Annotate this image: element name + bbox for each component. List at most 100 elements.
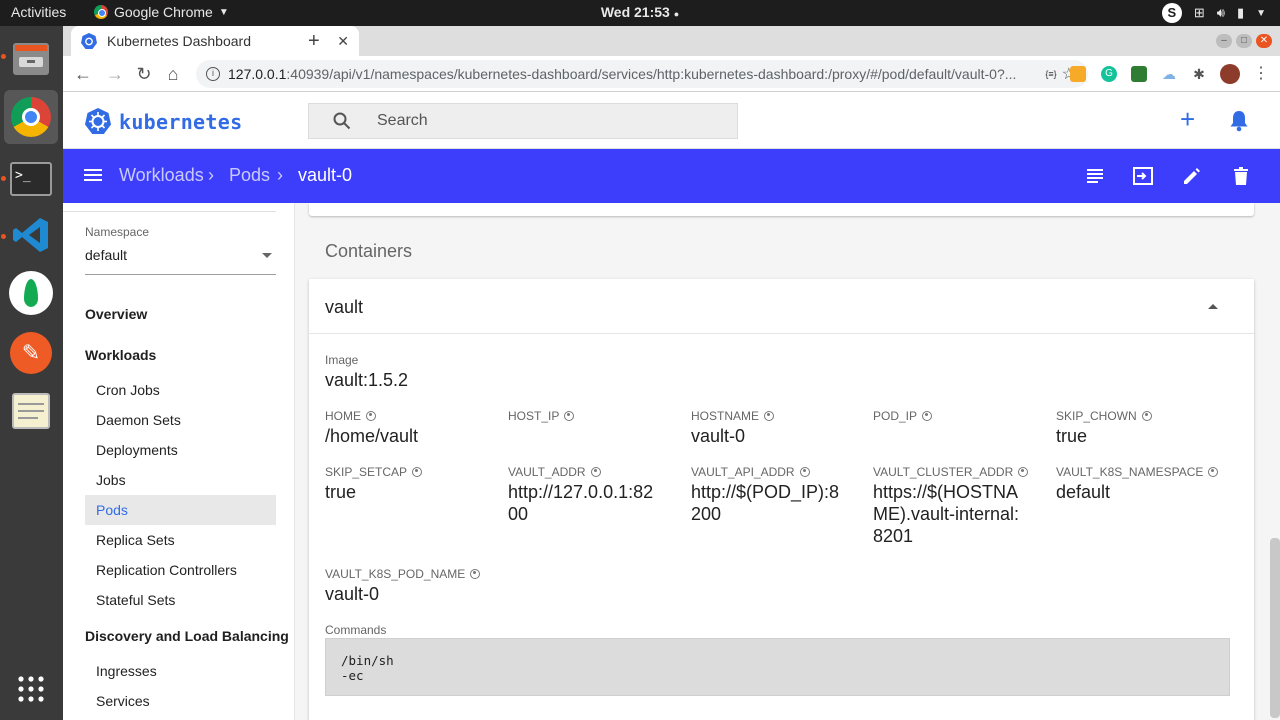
profile-avatar[interactable]: [1220, 64, 1240, 84]
env-name: VAULT_K8S_NAMESPACE: [1056, 465, 1219, 479]
site-info-icon[interactable]: i: [206, 67, 220, 81]
env-name: HOST_IP: [508, 409, 575, 423]
info-icon[interactable]: [1018, 467, 1029, 477]
create-resource-button[interactable]: +: [1180, 106, 1195, 132]
sidebar-item-replica-sets[interactable]: Replica Sets: [85, 525, 276, 555]
json-formatter-extension-icon[interactable]: {≡}: [1043, 66, 1059, 82]
info-icon[interactable]: [1141, 411, 1152, 421]
breadcrumb-workloads[interactable]: Workloads: [119, 165, 204, 186]
section-title: Containers: [325, 241, 413, 261]
chrome-menu-icon[interactable]: ⋮: [1253, 66, 1269, 82]
battery-icon[interactable]: ▮: [1237, 5, 1244, 21]
namespace-select[interactable]: default: [85, 247, 276, 275]
address-bar[interactable]: i 127.0.0.1:40939/api/v1/namespaces/kube…: [196, 60, 1088, 88]
chevron-right-icon: ›: [208, 165, 214, 185]
system-tray[interactable]: S ⊞ 🔊︎ ▮ ▼: [1161, 3, 1266, 23]
info-icon[interactable]: [590, 467, 601, 477]
delete-trash-icon[interactable]: [1230, 165, 1252, 187]
chevron-down-icon[interactable]: ▼: [1256, 8, 1266, 19]
sidebar-item-ingresses[interactable]: Ingresses: [85, 656, 276, 686]
sidebar-item-deployments[interactable]: Deployments: [85, 435, 276, 465]
sidebar-item-services[interactable]: Services: [85, 686, 276, 716]
edit-pencil-icon[interactable]: [1181, 165, 1203, 187]
close-tab-icon[interactable]: ✕: [337, 33, 349, 50]
commands-box: /bin/sh -ec: [325, 638, 1230, 696]
tab-strip: Kubernetes Dashboard ✕ + – □ ✕: [63, 26, 1280, 56]
network-icon[interactable]: ⊞: [1194, 5, 1205, 21]
info-icon[interactable]: [764, 411, 775, 421]
kubernetes-logo-icon[interactable]: [85, 108, 111, 134]
container-card-header[interactable]: vault: [309, 279, 1254, 334]
info-icon[interactable]: [412, 467, 423, 477]
info-icon[interactable]: [366, 411, 376, 421]
extension-icon[interactable]: [1070, 66, 1086, 82]
cloud-icon[interactable]: ☁: [1161, 66, 1177, 82]
app-grid-icon: [18, 676, 44, 702]
notepad-icon: [12, 393, 50, 429]
sidebar-item-stateful-sets[interactable]: Stateful Sets: [85, 585, 276, 615]
env-name: VAULT_K8S_POD_NAME: [325, 567, 481, 581]
file-cabinet-icon: [13, 43, 49, 75]
namespace-value: default: [85, 247, 128, 263]
env-name: HOME: [325, 409, 376, 423]
notifications-bell-icon[interactable]: [1229, 110, 1249, 132]
commands-label: Commands: [325, 623, 387, 637]
sidebar-item-jobs[interactable]: Jobs: [85, 465, 276, 495]
minimize-button[interactable]: –: [1216, 34, 1232, 48]
logs-icon[interactable]: [1084, 165, 1106, 187]
container-card: vault Image vault:1.5.2 HOME /home/vault…: [309, 279, 1254, 720]
exec-shell-icon[interactable]: [1132, 165, 1154, 187]
vscode-launcher[interactable]: [4, 208, 58, 262]
close-window-button[interactable]: ✕: [1256, 34, 1272, 48]
postman-launcher[interactable]: ✎: [4, 326, 58, 380]
new-tab-button[interactable]: +: [308, 30, 320, 53]
terminal-launcher[interactable]: >_: [4, 152, 58, 206]
sidebar-item-daemon-sets[interactable]: Daemon Sets: [85, 405, 276, 435]
search-input[interactable]: Search: [308, 103, 738, 139]
extensions-puzzle-icon[interactable]: ✱: [1191, 66, 1207, 82]
back-button[interactable]: ←: [72, 63, 94, 85]
brand-name[interactable]: kubernetes: [119, 110, 242, 134]
chevron-right-icon: ›: [277, 165, 283, 185]
grammarly-icon[interactable]: G: [1101, 66, 1117, 82]
files-launcher[interactable]: [4, 32, 58, 86]
mongodb-compass-launcher[interactable]: [4, 266, 58, 320]
chrome-launcher[interactable]: [4, 90, 58, 144]
dock: >_ ✎: [0, 26, 63, 720]
extension-icon[interactable]: [1131, 66, 1147, 82]
info-icon[interactable]: [799, 467, 810, 477]
sidebar-item-overview[interactable]: Overview: [85, 306, 147, 322]
env-name: VAULT_CLUSTER_ADDR: [873, 465, 1029, 479]
info-icon[interactable]: [922, 411, 933, 421]
skype-icon[interactable]: S: [1161, 3, 1182, 23]
env-value: true: [1056, 426, 1088, 446]
previous-card: [309, 203, 1254, 216]
system-top-bar: Activities Google Chrome ▼ Wed 21:53 ● S…: [0, 0, 1280, 26]
info-icon[interactable]: [564, 411, 575, 421]
env-name: SKIP_CHOWN: [1056, 409, 1152, 423]
maximize-button[interactable]: □: [1236, 34, 1252, 48]
browser-toolbar: ← → ↻ ⌂ i 127.0.0.1:40939/api/v1/namespa…: [63, 56, 1280, 92]
home-button[interactable]: ⌂: [162, 63, 184, 85]
tab-title: Kubernetes Dashboard: [107, 33, 251, 49]
hamburger-menu-icon[interactable]: [83, 167, 103, 183]
scrollbar[interactable]: [1270, 538, 1280, 718]
mongodb-leaf-icon: [9, 271, 53, 315]
search-placeholder: Search: [377, 112, 428, 129]
command-line: /bin/sh: [341, 653, 394, 668]
collapse-icon[interactable]: [1208, 304, 1218, 309]
clock[interactable]: Wed 21:53 ●: [0, 4, 1280, 20]
show-applications-button[interactable]: [4, 662, 58, 716]
text-editor-launcher[interactable]: [4, 384, 58, 438]
sidebar-item-pods[interactable]: Pods: [85, 495, 276, 525]
sidebar-item-cron-jobs[interactable]: Cron Jobs: [85, 375, 276, 405]
volume-icon[interactable]: 🔊︎: [1217, 5, 1225, 21]
forward-button[interactable]: →: [104, 63, 126, 85]
reload-button[interactable]: ↻: [133, 63, 155, 85]
breadcrumb-pods[interactable]: Pods: [229, 165, 270, 186]
info-icon[interactable]: [1208, 467, 1219, 477]
info-icon[interactable]: [470, 569, 481, 579]
sidebar-item-replication-controllers[interactable]: Replication Controllers: [85, 555, 276, 585]
sidebar-item-workloads[interactable]: Workloads: [85, 347, 156, 363]
sidebar-item-discovery[interactable]: Discovery and Load Balancing: [85, 628, 289, 644]
